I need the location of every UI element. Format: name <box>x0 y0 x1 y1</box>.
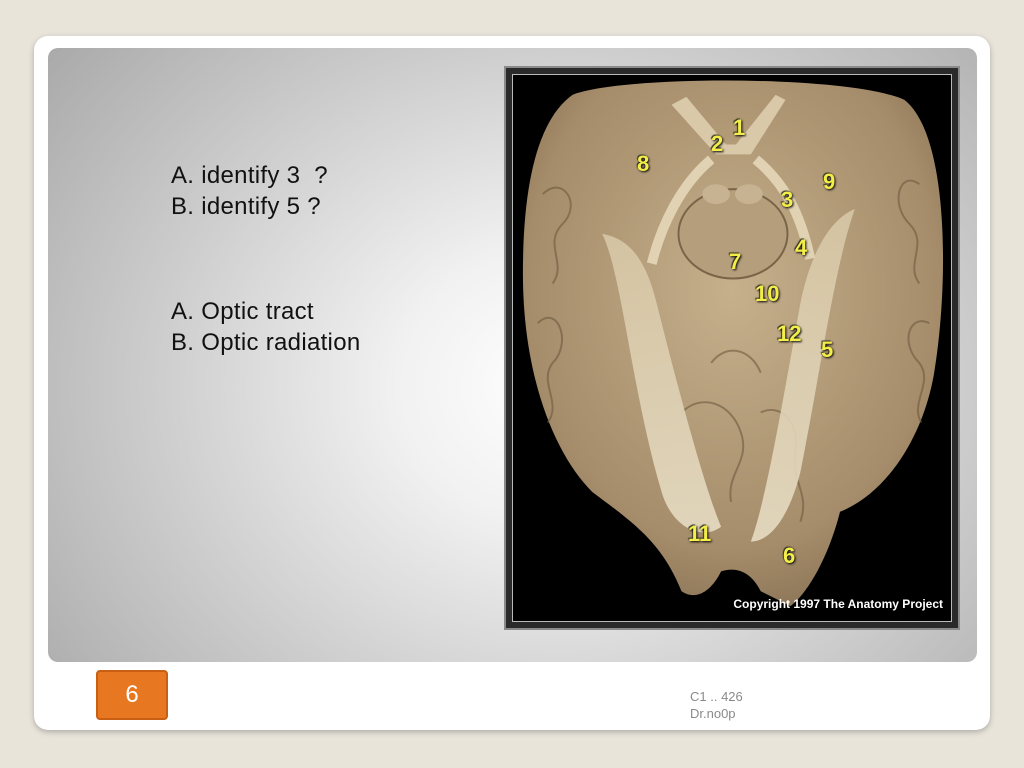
footer-author: Dr.no0p <box>690 706 736 721</box>
answer-a: A. Optic tract <box>171 298 314 325</box>
label-4: 4 <box>795 235 808 260</box>
slide-footer: C1 .. 426 Dr.no0p <box>690 688 743 722</box>
label-12: 12 <box>777 321 802 346</box>
label-1: 1 <box>733 115 746 140</box>
label-11: 11 <box>688 521 712 546</box>
brain-dissection-image: 1 2 3 4 5 6 7 8 9 10 11 12 Copyright 199… <box>504 66 960 630</box>
label-9: 9 <box>823 169 836 194</box>
brain-specimen-illustration <box>522 80 944 607</box>
question-a: A. identify 3 ? <box>171 162 328 189</box>
footer-course: C1 .. 426 <box>690 689 743 704</box>
page-number-badge: 6 <box>96 670 168 720</box>
label-2: 2 <box>711 131 724 156</box>
copyright-caption: Copyright 1997 The Anatomy Project <box>733 597 943 611</box>
label-7: 7 <box>729 249 742 274</box>
image-frame: 1 2 3 4 5 6 7 8 9 10 11 12 Copyright 199… <box>512 74 952 622</box>
answer-b: B. Optic radiation <box>171 329 361 356</box>
question-list: A. identify 3 ? B. identify 5 ? <box>171 160 328 222</box>
answer-list: A. Optic tract B. Optic radiation <box>171 296 361 358</box>
label-5: 5 <box>821 337 834 362</box>
question-b: B. identify 5 ? <box>171 193 321 220</box>
label-3: 3 <box>781 187 794 212</box>
label-6: 6 <box>783 543 796 568</box>
label-10: 10 <box>755 281 780 306</box>
label-8: 8 <box>637 151 650 176</box>
